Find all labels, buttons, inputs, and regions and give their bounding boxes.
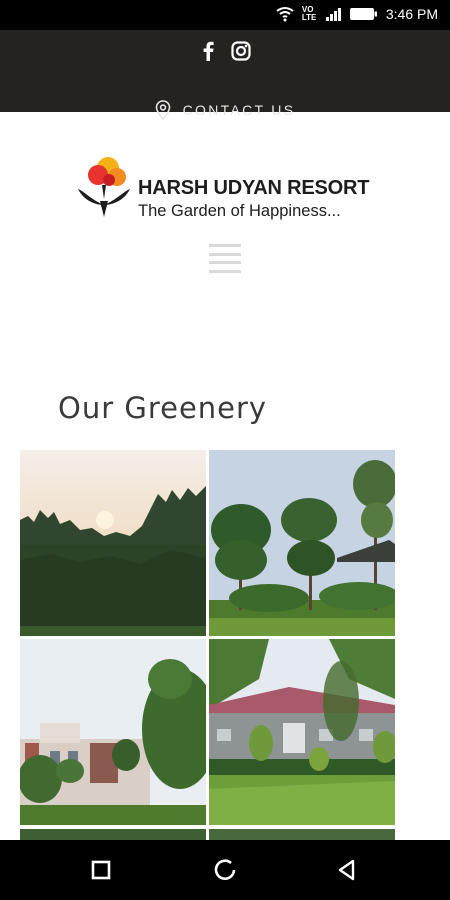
resort-building-trees-photo[interactable] — [20, 639, 206, 825]
section-title: Our Greenery — [58, 391, 268, 425]
brand-tagline: The Garden of Happiness... — [138, 202, 341, 220]
signal-icon — [325, 8, 341, 21]
home-icon[interactable] — [212, 857, 238, 883]
status-icons: VOLTE 3:46 PM — [276, 6, 438, 22]
contact-us-link[interactable]: CONTACT US — [0, 100, 450, 120]
brand-title: HARSH UDYAN RESORT — [138, 177, 370, 199]
menu-line — [209, 269, 241, 273]
gallery-next-photo[interactable] — [20, 828, 206, 840]
menu-line — [209, 252, 241, 256]
contact-us-label: CONTACT US — [182, 102, 296, 118]
menu-line — [209, 244, 241, 247]
gallery-next-photo[interactable] — [209, 828, 395, 840]
sunset-over-trees-photo[interactable] — [20, 450, 206, 636]
volte-icon: VOLTE — [301, 5, 317, 22]
tree-hands-logo — [78, 157, 130, 217]
battery-icon — [349, 8, 377, 20]
instagram-icon[interactable] — [231, 41, 251, 61]
facebook-icon[interactable] — [199, 41, 219, 61]
system-nav-bar — [0, 840, 450, 900]
menu-line — [209, 261, 241, 264]
brand-logo[interactable]: HARSH UDYAN RESORT The Garden of Happine… — [76, 150, 386, 225]
top-header: CONTACT US — [0, 30, 450, 120]
recent-apps-icon[interactable] — [88, 857, 114, 883]
tall-trees-garden-photo[interactable] — [209, 450, 395, 636]
back-icon[interactable] — [334, 857, 360, 883]
wifi-icon — [276, 7, 294, 22]
social-links — [0, 41, 450, 61]
cottage-lawn-photo[interactable] — [209, 639, 395, 825]
status-bar: VOLTE 3:46 PM — [0, 0, 450, 30]
location-pin-icon — [155, 100, 170, 120]
status-time: 3:46 PM — [385, 6, 438, 22]
hamburger-menu-icon[interactable] — [209, 244, 241, 274]
